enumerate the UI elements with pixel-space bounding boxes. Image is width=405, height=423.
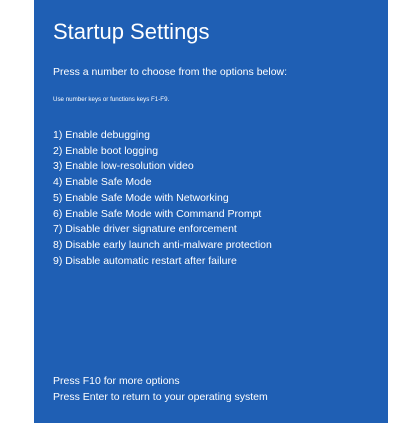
- key-hint-text: Use number keys or functions keys F1-F9.: [53, 96, 170, 103]
- option-disable-driver-signature-enforcement[interactable]: 7) Disable driver signature enforcement: [53, 222, 272, 238]
- option-enable-safe-mode-command-prompt[interactable]: 6) Enable Safe Mode with Command Prompt: [53, 207, 272, 223]
- startup-settings-screen: Startup Settings Press a number to choos…: [34, 0, 388, 423]
- option-enable-low-resolution-video[interactable]: 3) Enable low-resolution video: [53, 159, 272, 175]
- screenshot-frame: Startup Settings Press a number to choos…: [0, 0, 405, 423]
- option-enable-boot-logging[interactable]: 2) Enable boot logging: [53, 144, 272, 160]
- footer: Press F10 for more options Press Enter t…: [53, 373, 268, 405]
- more-options-prompt[interactable]: Press F10 for more options: [53, 373, 268, 389]
- instructions-text: Press a number to choose from the option…: [53, 66, 288, 78]
- page-title: Startup Settings: [53, 19, 210, 44]
- option-disable-automatic-restart[interactable]: 9) Disable automatic restart after failu…: [53, 254, 272, 270]
- startup-options-list: 1) Enable debugging 2) Enable boot loggi…: [53, 128, 272, 269]
- option-enable-safe-mode[interactable]: 4) Enable Safe Mode: [53, 175, 272, 191]
- option-enable-safe-mode-networking[interactable]: 5) Enable Safe Mode with Networking: [53, 191, 272, 207]
- option-disable-early-launch-antimalware[interactable]: 8) Disable early launch anti-malware pro…: [53, 238, 272, 254]
- option-enable-debugging[interactable]: 1) Enable debugging: [53, 128, 272, 144]
- return-to-os-prompt[interactable]: Press Enter to return to your operating …: [53, 389, 268, 405]
